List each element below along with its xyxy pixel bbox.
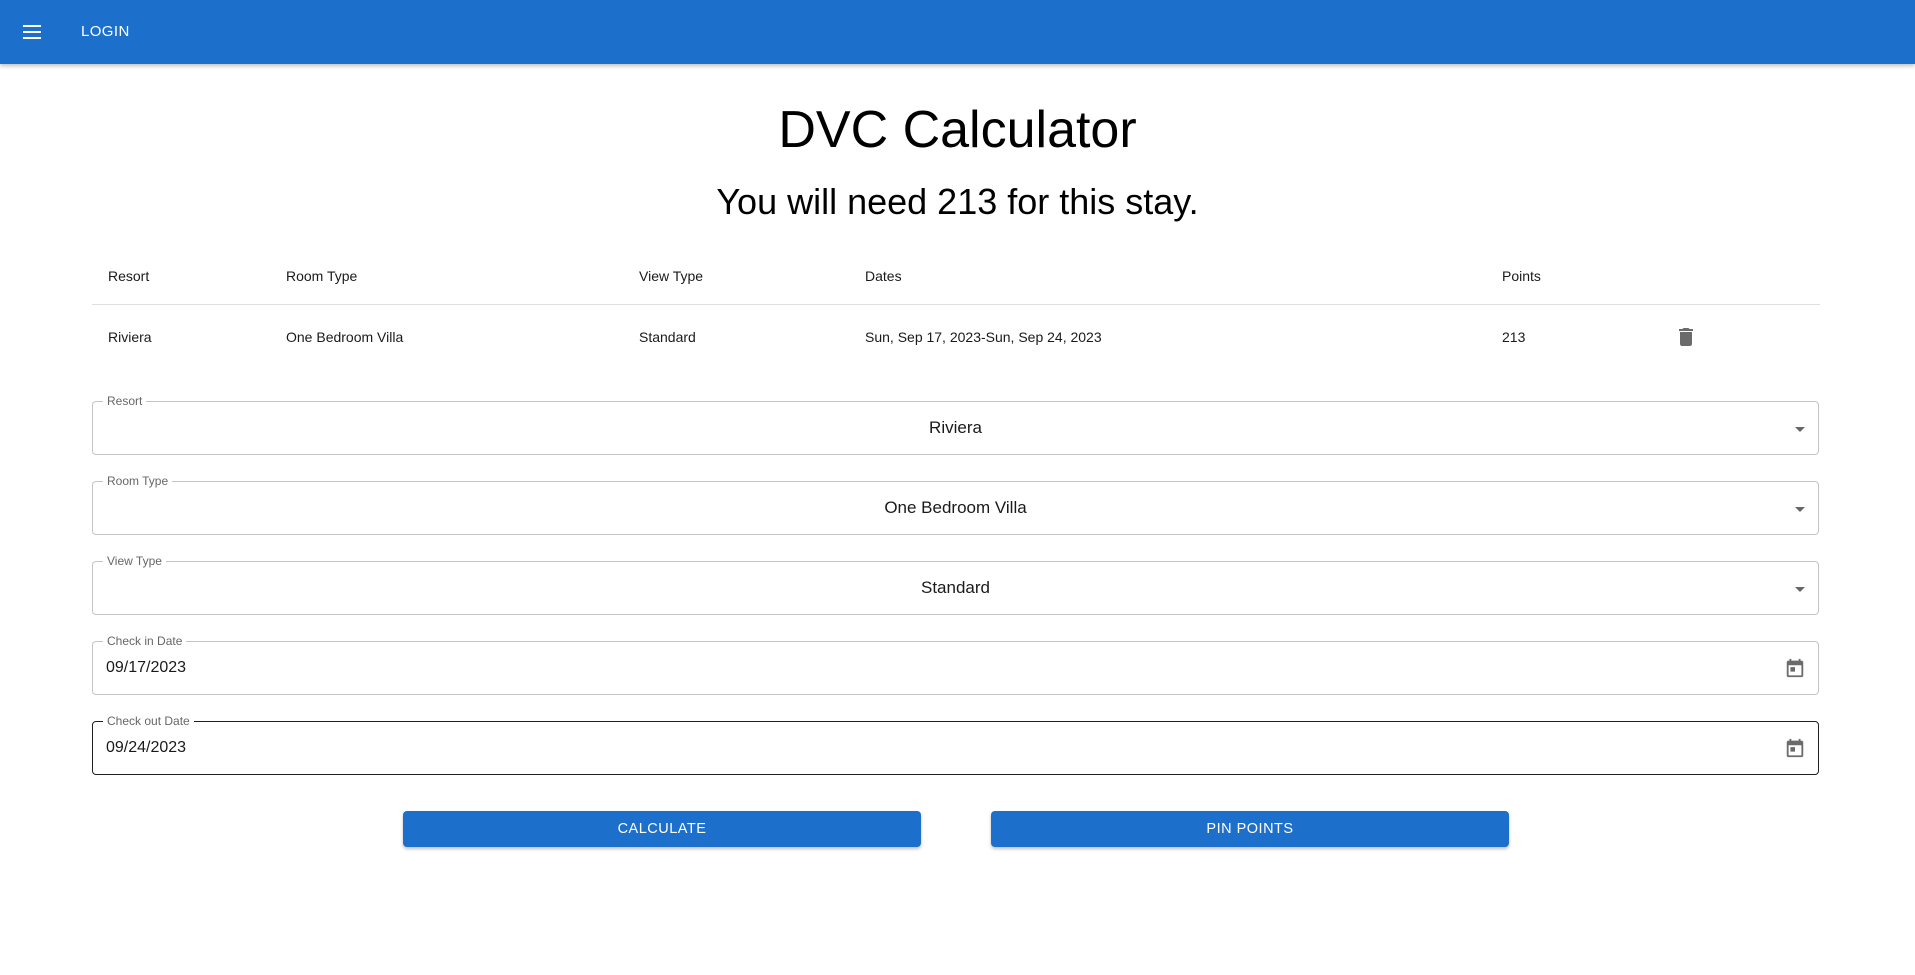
stays-table: Resort Room Type View Type Dates Points …	[92, 258, 1820, 377]
table-row: Riviera One Bedroom Villa Standard Sun, …	[92, 305, 1820, 377]
chevron-down-icon	[1795, 587, 1805, 592]
cell-resort: Riviera	[108, 329, 152, 345]
login-button[interactable]: LOGIN	[81, 20, 130, 44]
header-resort: Resort	[108, 268, 150, 284]
calendar-icon[interactable]	[1784, 737, 1806, 759]
check-out-date-value: 09/24/2023	[106, 739, 187, 756]
page-title: DVC Calculator	[778, 101, 1137, 159]
points-summary: You will need 213 for this stay.	[716, 181, 1199, 222]
check-in-date-field[interactable]: Check in Date 09/17/2023	[92, 634, 1819, 695]
menu-icon[interactable]	[20, 18, 44, 46]
header-view-type: View Type	[639, 268, 704, 284]
chevron-down-icon	[1795, 507, 1805, 512]
app-bar: LOGIN	[0, 0, 1915, 64]
view-type-select[interactable]: View Type Standard	[92, 554, 1819, 615]
view-type-select-label: View Type	[103, 554, 166, 568]
table-header: Resort Room Type View Type Dates Points	[92, 258, 1820, 305]
pin-points-button[interactable]: PIN POINTS	[991, 811, 1509, 847]
room-type-select[interactable]: Room Type One Bedroom Villa	[92, 474, 1819, 535]
resort-select-value: Riviera	[929, 418, 982, 437]
chevron-down-icon	[1795, 427, 1805, 432]
trash-icon[interactable]	[1674, 325, 1698, 349]
cell-points: 213	[1502, 329, 1526, 345]
check-out-date-field[interactable]: Check out Date 09/24/2023	[92, 714, 1819, 775]
check-out-date-label: Check out Date	[103, 714, 194, 728]
cell-room-type: One Bedroom Villa	[286, 329, 404, 345]
resort-select[interactable]: Resort Riviera	[92, 394, 1819, 455]
check-in-date-label: Check in Date	[103, 634, 187, 648]
cell-dates: Sun, Sep 17, 2023-Sun, Sep 24, 2023	[865, 329, 1102, 345]
calendar-icon[interactable]	[1784, 657, 1806, 679]
check-in-date-value: 09/17/2023	[106, 659, 187, 676]
header-points: Points	[1502, 268, 1541, 284]
view-type-select-value: Standard	[921, 578, 990, 597]
room-type-select-value: One Bedroom Villa	[884, 498, 1027, 517]
resort-select-label: Resort	[103, 394, 147, 408]
header-room-type: Room Type	[286, 268, 358, 284]
header-dates: Dates	[865, 268, 902, 284]
cell-view-type: Standard	[639, 329, 696, 345]
room-type-select-label: Room Type	[103, 474, 173, 488]
calculate-button[interactable]: CALCULATE	[403, 811, 921, 847]
